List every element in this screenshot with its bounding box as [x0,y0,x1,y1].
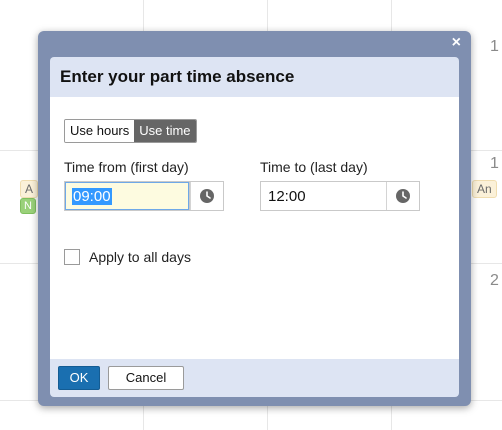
time-from-input[interactable]: 09:00 [65,182,190,210]
dialog-header: Enter your part time absence [50,57,459,97]
ok-button[interactable]: OK [58,366,100,390]
day-number: 2 [490,272,499,289]
time-to-picker-button[interactable] [386,182,419,210]
dialog-body: Use hours Use time Time from (first day)… [50,97,459,369]
time-from-value: 09:00 [72,187,112,205]
absence-dialog: × Enter your part time absence Use hours… [38,31,471,406]
apply-all-days-row[interactable]: Apply to all days [64,249,191,265]
time-from-label: Time from (first day) [64,159,189,175]
time-from-picker-button[interactable] [190,182,223,210]
absence-chip: N [20,198,36,214]
day-number: 1 [490,38,499,55]
absence-chip: An [472,180,497,198]
day-number: 1 [490,155,499,172]
clock-icon [200,189,214,203]
time-to-value: 12:00 [268,187,306,205]
time-from-field: 09:00 [64,181,224,211]
apply-all-days-label: Apply to all days [89,249,191,265]
dialog-footer: OK Cancel [50,359,459,397]
time-to-input[interactable]: 12:00 [261,182,386,210]
time-to-label: Time to (last day) [260,159,368,175]
cancel-button[interactable]: Cancel [108,366,184,390]
absence-chip: A [20,180,39,198]
time-to-field: 12:00 [260,181,420,211]
use-time-option[interactable]: Use time [134,120,196,142]
clock-icon [396,189,410,203]
dialog-title: Enter your part time absence [60,67,295,86]
use-hours-option[interactable]: Use hours [65,120,135,142]
close-icon[interactable]: × [452,35,461,51]
apply-all-days-checkbox[interactable] [64,249,80,265]
mode-toggle: Use hours Use time [64,119,197,143]
